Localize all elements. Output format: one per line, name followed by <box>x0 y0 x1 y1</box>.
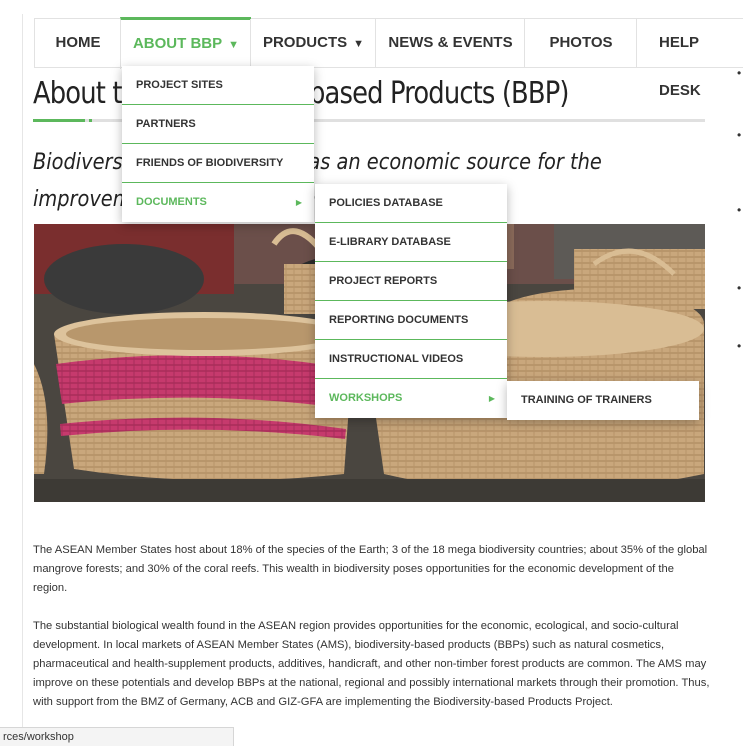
nav-help-label: HELP DESK <box>659 34 701 99</box>
nav-photos-label: PHOTOS <box>549 34 613 51</box>
nav-about-bbp[interactable]: ABOUT BBP ▼ <box>120 17 251 69</box>
menu-item-training-of-trainers[interactable]: TRAINING OF TRAINERS <box>507 381 699 420</box>
menu-item-label: REPORTING DOCUMENTS <box>329 314 469 326</box>
caret-down-icon: ▼ <box>353 38 365 50</box>
menu-item-label: PROJECT SITES <box>136 79 223 91</box>
nav-products[interactable]: PRODUCTS ▼ <box>250 19 376 67</box>
intro-paragraph: The ASEAN Member States host about 18% o… <box>33 544 708 594</box>
menu-item-label: WORKSHOPS <box>329 392 403 404</box>
nav-news-events[interactable]: NEWS & EVENTS <box>375 19 525 67</box>
menu-item-label: POLICIES DATABASE <box>329 197 443 209</box>
sidebar-bullet: • <box>737 339 742 353</box>
menu-item-label: PROJECT REPORTS <box>329 275 438 287</box>
menu-item-instructional-videos[interactable]: INSTRUCTIONAL VIDEOS <box>315 340 507 379</box>
menu-item-partners[interactable]: PARTNERS <box>122 105 314 144</box>
menu-item-label: DOCUMENTS <box>136 196 207 208</box>
title-accent-dot <box>89 119 92 122</box>
caret-right-icon: ▶ <box>488 394 495 403</box>
menu-item-reporting-documents[interactable]: REPORTING DOCUMENTS <box>315 301 507 340</box>
menu-item-project-sites[interactable]: PROJECT SITES <box>122 66 314 105</box>
sidebar-bullet: • <box>737 66 742 80</box>
browser-status-bar: rces/workshop <box>0 727 234 746</box>
menu-item-e-library-database[interactable]: E-LIBRARY DATABASE <box>315 223 507 262</box>
sidebar-bullet: • <box>737 281 742 295</box>
nav-home[interactable]: HOME <box>34 19 121 67</box>
sidebar-bullet: • <box>737 203 742 217</box>
menu-item-friends-of-biodiversity[interactable]: FRIENDS OF BIODIVERSITY <box>122 144 314 183</box>
menu-item-label: PARTNERS <box>136 118 196 130</box>
nav-home-label: HOME <box>55 34 101 51</box>
menu-item-label: FRIENDS OF BIODIVERSITY <box>136 157 284 169</box>
title-accent-bar <box>33 119 85 122</box>
menu-item-workshops[interactable]: WORKSHOPS ▶ <box>315 379 507 418</box>
documents-submenu: POLICIES DATABASE E-LIBRARY DATABASE PRO… <box>315 184 507 418</box>
menu-item-policies-database[interactable]: POLICIES DATABASE <box>315 184 507 223</box>
workshops-submenu: TRAINING OF TRAINERS <box>507 381 699 420</box>
nav-help-desk[interactable]: HELP DESK <box>636 19 743 99</box>
caret-right-icon: ▶ <box>295 198 302 207</box>
nav-about-label: ABOUT BBP <box>132 35 223 52</box>
caret-down-icon: ▼ <box>228 39 240 51</box>
nav-photos[interactable]: PHOTOS <box>524 19 637 67</box>
sidebar-bullet: • <box>737 128 742 142</box>
menu-item-label: E-LIBRARY DATABASE <box>329 236 451 248</box>
main-nav: HOME ABOUT BBP ▼ PRODUCTS ▼ NEWS & EVENTS … <box>34 17 743 99</box>
nav-news-label: NEWS & EVENTS <box>388 34 513 51</box>
menu-item-label: TRAINING OF TRAINERS <box>521 394 652 406</box>
menu-item-project-reports[interactable]: PROJECT REPORTS <box>315 262 507 301</box>
menu-item-label: INSTRUCTIONAL VIDEOS <box>329 353 464 365</box>
about-bbp-dropdown: PROJECT SITES PARTNERS FRIENDS OF BIODIV… <box>122 66 314 222</box>
body-paragraph: The substantial biological wealth found … <box>33 620 710 708</box>
nav-products-label: PRODUCTS <box>262 34 348 51</box>
menu-item-documents[interactable]: DOCUMENTS ▶ <box>122 183 314 222</box>
left-border <box>22 14 23 746</box>
